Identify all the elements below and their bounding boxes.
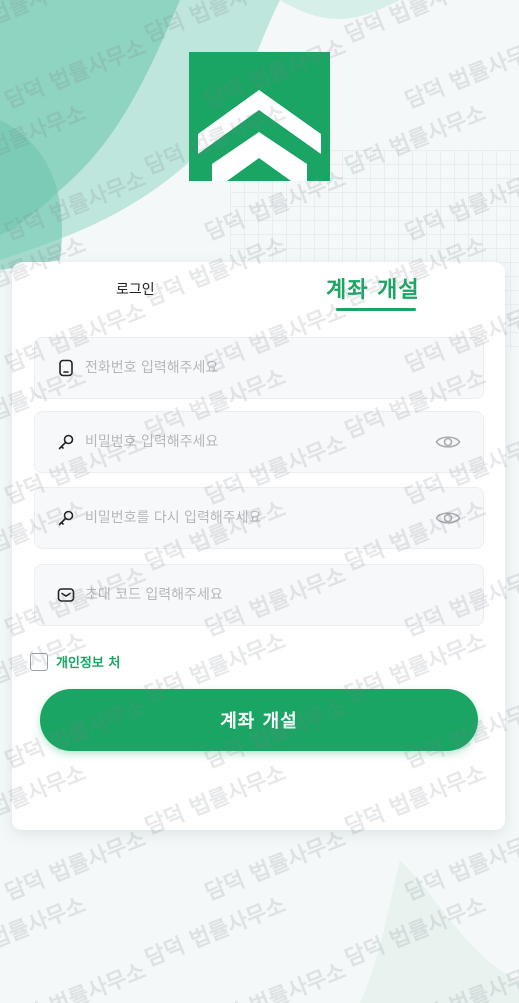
password-confirm-input[interactable] <box>85 510 425 526</box>
password-field[interactable] <box>34 411 484 473</box>
signup-submit-button[interactable]: 계좌 개설 <box>40 689 478 751</box>
privacy-agree[interactable]: 개인정보 처 <box>30 652 120 671</box>
invite-code-input[interactable] <box>85 587 425 603</box>
phone-input[interactable] <box>85 360 425 376</box>
key-icon <box>58 434 74 450</box>
privacy-checkbox[interactable] <box>30 652 48 671</box>
tab-active-indicator <box>336 308 416 311</box>
mail-icon <box>57 588 75 602</box>
phone-icon <box>59 359 73 377</box>
phone-field[interactable] <box>34 337 484 399</box>
eye-icon[interactable] <box>435 432 461 452</box>
key-icon <box>58 510 74 526</box>
password-input[interactable] <box>85 434 425 450</box>
tab-signup[interactable]: 계좌 개설 <box>326 272 420 304</box>
tab-login[interactable]: 로그인 <box>116 279 155 299</box>
invite-code-field[interactable] <box>34 564 484 626</box>
logo-chevron <box>189 52 330 181</box>
privacy-label[interactable]: 개인정보 처 <box>56 652 120 671</box>
password-confirm-field[interactable] <box>34 487 484 549</box>
eye-icon[interactable] <box>435 508 461 528</box>
